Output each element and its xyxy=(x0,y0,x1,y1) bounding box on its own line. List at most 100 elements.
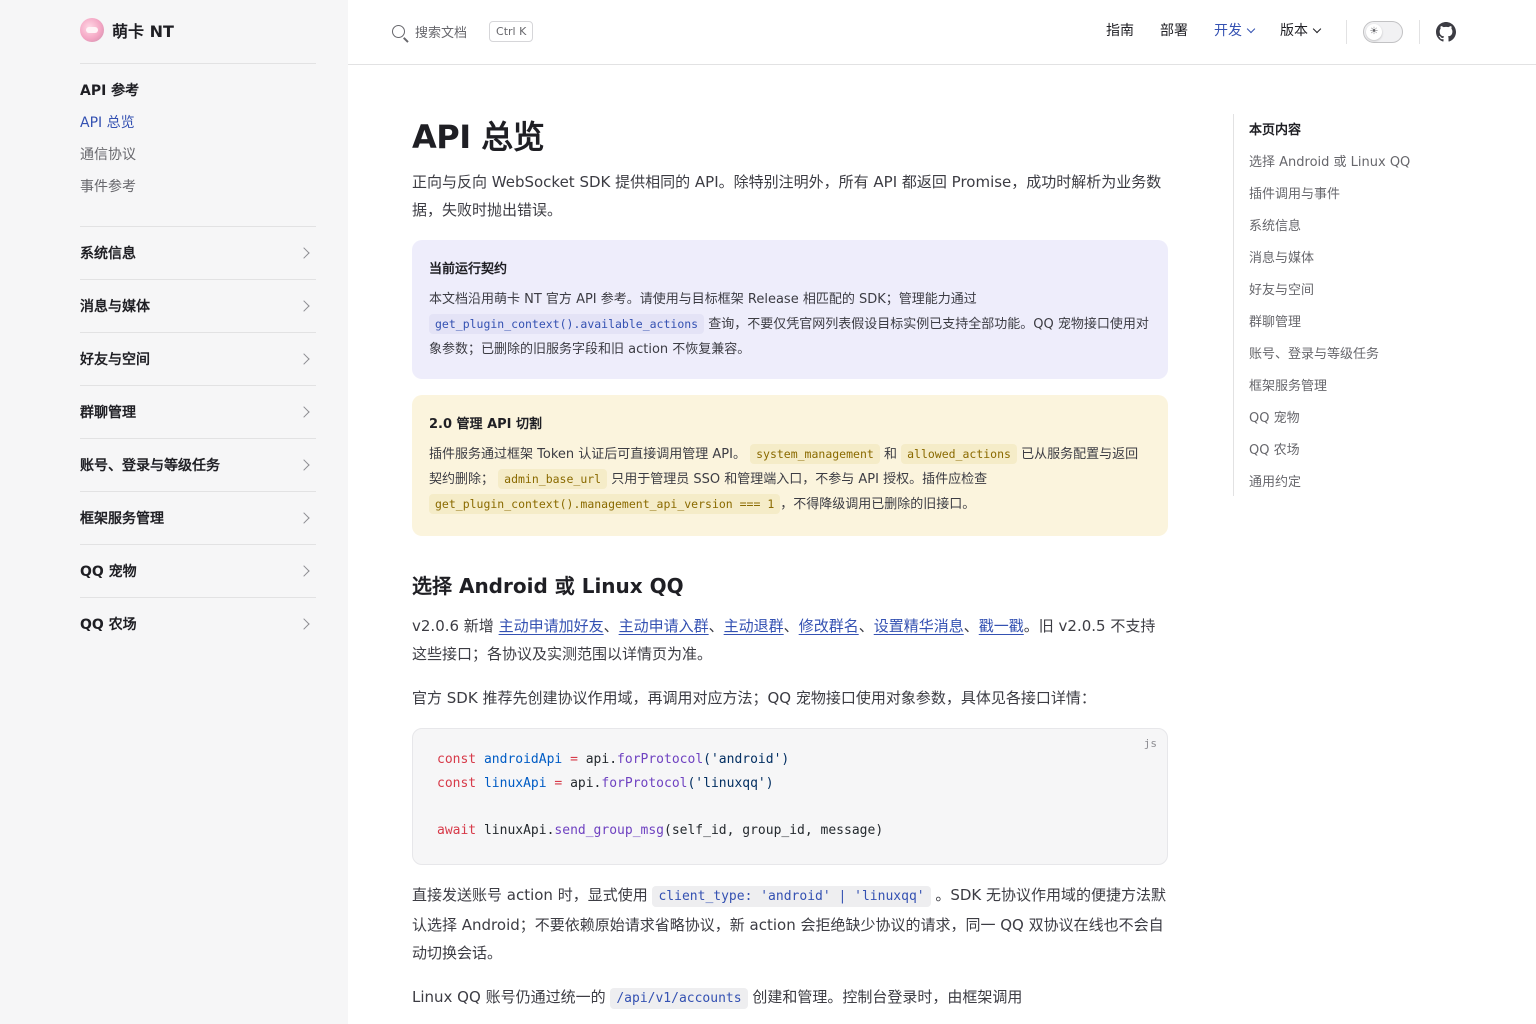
sidebar-section-label: QQ 农场 xyxy=(80,617,137,633)
callout-text: 插件服务通过框架 Token 认证后可直接调用管理 API。 xyxy=(429,447,746,462)
chevron-right-icon xyxy=(298,459,310,471)
code-token: androidApi xyxy=(483,752,563,767)
sidebar-section-qq-pet[interactable]: QQ 宠物 xyxy=(80,544,316,597)
code-language-label: js xyxy=(1143,737,1157,750)
link-poke[interactable]: 戳一戳 xyxy=(979,617,1024,635)
separator: 、 xyxy=(858,617,874,635)
code-token: linuxApi xyxy=(483,776,547,791)
toc-item[interactable]: 群聊管理 xyxy=(1249,311,1301,330)
nav-item-develop[interactable]: 开发 xyxy=(1214,20,1256,40)
code-token: forProtocol xyxy=(617,752,704,767)
toc-item[interactable]: 好友与空间 xyxy=(1249,279,1314,298)
callout-text: 只用于管理员 SSO 和管理端入口，不参与 API 授权。插件应检查 xyxy=(611,472,988,487)
search-placeholder: 搜索文档 xyxy=(415,26,468,41)
paragraph-text: Linux QQ 账号仍通过统一的 xyxy=(412,988,611,1006)
code-token: api. xyxy=(570,776,602,791)
toc-item[interactable]: 框架服务管理 xyxy=(1249,375,1327,394)
chevron-right-icon xyxy=(298,300,310,312)
sidebar-section-label: 群聊管理 xyxy=(80,405,136,421)
github-icon[interactable] xyxy=(1436,22,1456,42)
code-line: const linuxApi = api.forProtocol('linuxq… xyxy=(437,776,774,791)
link-essence-message[interactable]: 设置精华消息 xyxy=(874,617,964,635)
sidebar-link-protocol[interactable]: 通信协议 xyxy=(80,144,136,164)
chevron-down-icon xyxy=(1246,24,1256,33)
link-leave-group[interactable]: 主动退群 xyxy=(724,617,784,635)
toc-item[interactable]: 插件调用与事件 xyxy=(1249,183,1340,202)
sidebar: 萌卡 NT API 参考 API 总览 通信协议 事件参考 系统信息 消息与媒体… xyxy=(0,0,348,1024)
separator: 、 xyxy=(963,617,979,635)
link-join-group[interactable]: 主动申请入群 xyxy=(619,617,709,635)
chevron-right-icon xyxy=(298,618,310,630)
code-token: send_group_msg xyxy=(554,823,664,838)
callout-title: 2.0 管理 API 切割 xyxy=(429,417,543,432)
nav-item-deploy[interactable]: 部署 xyxy=(1160,20,1188,40)
sidebar-divider xyxy=(80,63,316,64)
code-token: ('android') xyxy=(703,752,790,767)
inline-code: get_plugin_context().available_actions xyxy=(429,314,705,334)
sidebar-section-label: QQ 宠物 xyxy=(80,564,137,580)
code-token: await xyxy=(437,823,477,838)
callout-title: 当前运行契约 xyxy=(429,262,508,277)
sidebar-section-accounts[interactable]: 账号、登录与等级任务 xyxy=(80,438,316,491)
sidebar-section-groups[interactable]: 群聊管理 xyxy=(80,385,316,438)
separator: 、 xyxy=(603,617,619,635)
callout-text: ，不得降级调用已删除的旧接口。 xyxy=(780,497,976,512)
code-token: ('linuxqq') xyxy=(687,776,774,791)
theme-toggle[interactable]: ☀ xyxy=(1363,21,1403,43)
inline-code: allowed_actions xyxy=(901,444,1017,464)
brand-logo-icon xyxy=(80,18,104,42)
nav-item-guide[interactable]: 指南 xyxy=(1106,20,1134,40)
sun-icon: ☀ xyxy=(1366,24,1382,40)
feature-paragraph: v2.0.6 新增 主动申请加好友、主动申请入群、主动退群、修改群名、设置精华消… xyxy=(412,612,1168,668)
code-token: = xyxy=(546,776,571,791)
chevron-right-icon xyxy=(298,247,310,259)
table-of-contents: 本页内容 选择 Android 或 Linux QQ 插件调用与事件 系统信息 … xyxy=(1233,114,1473,496)
sidebar-link-api-overview[interactable]: API 总览 xyxy=(80,112,135,132)
inline-code: /api/v1/accounts xyxy=(610,988,748,1009)
callout-text: 和 xyxy=(883,447,897,462)
toc-item[interactable]: 通用约定 xyxy=(1249,471,1301,490)
code-token: = xyxy=(562,752,586,767)
toc-item[interactable]: 选择 Android 或 Linux QQ xyxy=(1249,151,1410,170)
nav-divider xyxy=(1346,20,1347,44)
sidebar-link-events[interactable]: 事件参考 xyxy=(80,176,136,196)
nav-item-label: 开发 xyxy=(1214,23,1242,39)
sidebar-section-label: 消息与媒体 xyxy=(80,299,150,315)
toc-title: 本页内容 xyxy=(1249,123,1302,138)
sidebar-section-messages[interactable]: 消息与媒体 xyxy=(80,279,316,332)
toc-item[interactable]: 账号、登录与等级任务 xyxy=(1249,343,1379,362)
sidebar-section-label: 好友与空间 xyxy=(80,352,150,368)
inline-code: client_type: 'android' | 'linuxqq' xyxy=(652,886,931,907)
paragraph-text: 创建和管理。控制台登录时，由框架调用 xyxy=(747,988,1023,1006)
separator: 、 xyxy=(783,617,799,635)
sidebar-section-qq-farm[interactable]: QQ 农场 xyxy=(80,597,316,650)
callout-management-api: 2.0 管理 API 切割 插件服务通过框架 Token 认证后可直接调用管理 … xyxy=(412,395,1168,536)
sidebar-section-label: 系统信息 xyxy=(80,246,136,262)
toc-item[interactable]: QQ 宠物 xyxy=(1249,407,1300,426)
intro-paragraph: 正向与反向 WebSocket SDK 提供相同的 API。除特别注明外，所有 … xyxy=(412,173,1162,219)
sidebar-section-system-info[interactable]: 系统信息 xyxy=(80,226,316,279)
brand-link[interactable]: 萌卡 NT xyxy=(80,18,174,42)
inline-code: admin_base_url xyxy=(498,469,608,489)
toc-item[interactable]: 消息与媒体 xyxy=(1249,247,1314,266)
toc-item[interactable]: QQ 农场 xyxy=(1249,439,1300,458)
paragraph-text: v2.0.6 新增 xyxy=(412,617,499,635)
link-add-friend[interactable]: 主动申请加好友 xyxy=(499,617,604,635)
callout-runtime-contract: 当前运行契约 本文档沿用萌卡 NT 官方 API 参考。请使用与目标框架 Rel… xyxy=(412,240,1168,379)
page-title: API 总览 xyxy=(412,118,545,156)
client-type-paragraph: 直接发送账号 action 时，显式使用 client_type: 'andro… xyxy=(412,881,1168,967)
nav-item-version[interactable]: 版本 xyxy=(1280,20,1322,40)
toc-item[interactable]: 系统信息 xyxy=(1249,215,1301,234)
code-token: api. xyxy=(585,752,618,767)
search-button[interactable]: 搜索文档 Ctrl K xyxy=(392,21,534,42)
callout-text: 本文档沿用萌卡 NT 官方 API 参考。请使用与目标框架 Release 相匹… xyxy=(429,292,977,307)
chevron-right-icon xyxy=(298,565,310,577)
sidebar-section-friends[interactable]: 好友与空间 xyxy=(80,332,316,385)
separator: 、 xyxy=(708,617,724,635)
chevron-right-icon xyxy=(298,512,310,524)
chevron-down-icon xyxy=(1312,24,1322,33)
sidebar-group-title: API 参考 xyxy=(80,83,140,99)
sidebar-section-framework[interactable]: 框架服务管理 xyxy=(80,491,316,544)
link-rename-group[interactable]: 修改群名 xyxy=(799,617,859,635)
code-line: await linuxApi.send_group_msg(self_id, g… xyxy=(437,823,883,838)
